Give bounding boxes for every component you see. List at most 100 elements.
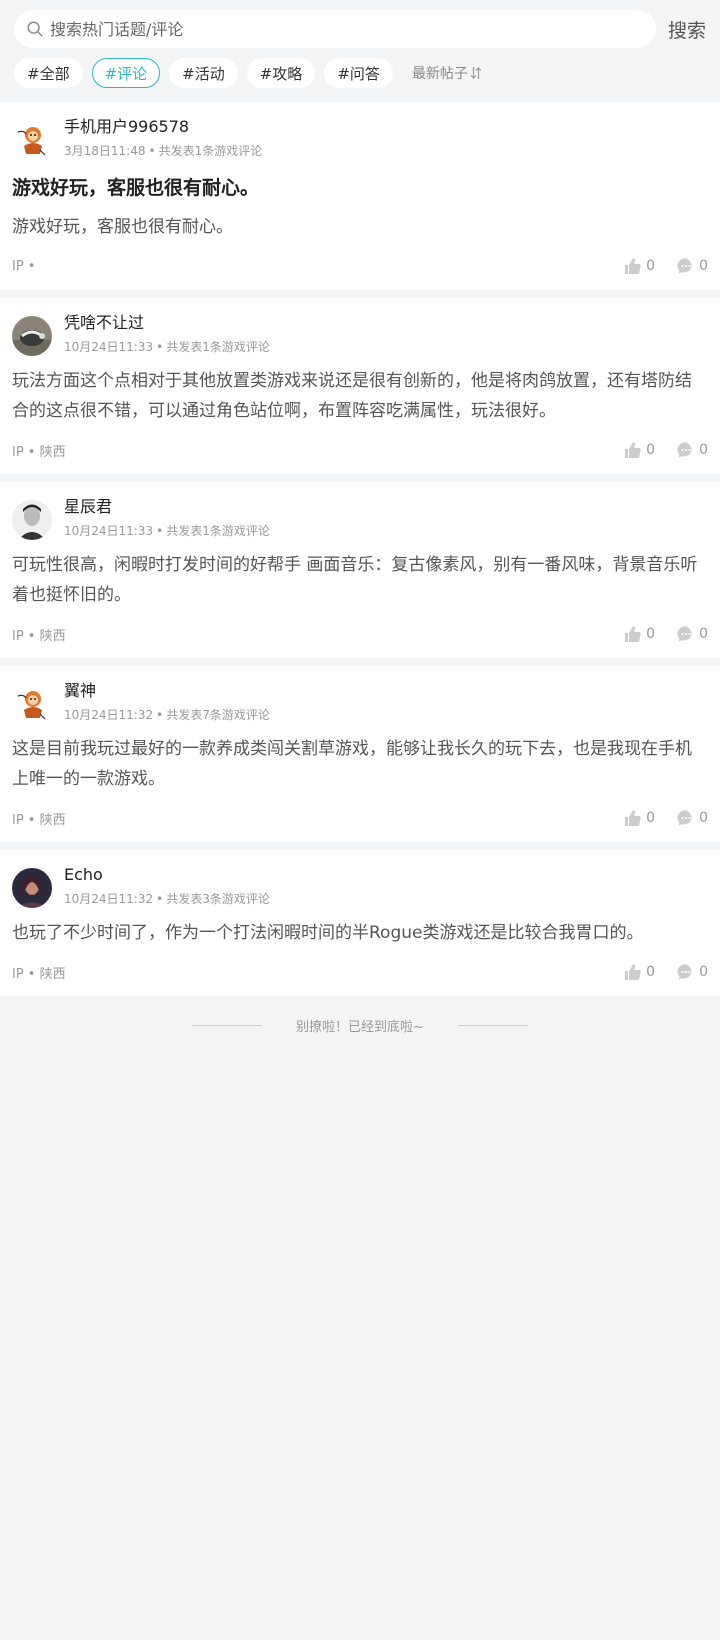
- thumbs-up-icon: [625, 810, 641, 826]
- comment-button[interactable]: 0: [677, 257, 708, 275]
- post-meta: 10月24日11:33 • 共发表1条游戏评论: [64, 524, 270, 538]
- search-button[interactable]: 搜索: [668, 16, 706, 43]
- username[interactable]: 手机用户996578: [64, 116, 262, 138]
- post-time: 3月18日11:48: [64, 144, 146, 158]
- comment-bubble-icon: [677, 442, 692, 458]
- post-footer: IP • 陕西 0 0: [12, 960, 708, 984]
- comment-bubble-icon: [677, 964, 692, 980]
- search-row: 搜索: [14, 10, 706, 48]
- portrait-avatar-icon: [12, 500, 52, 540]
- search-input[interactable]: [50, 19, 644, 39]
- sort-arrows-icon: [470, 67, 482, 79]
- end-of-list-indicator: 别撩啦！已经到底啦~: [0, 1004, 720, 1047]
- post-card[interactable]: 凭啥不让过 10月24日11:33 • 共发表1条游戏评论 玩法方面这个点相对于其他…: [0, 298, 720, 474]
- like-count: 0: [646, 964, 656, 980]
- comment-count: 0: [699, 810, 708, 826]
- post-header: Echo 10月24日11:32 • 共发表3条游戏评论: [12, 864, 708, 908]
- avatar[interactable]: [12, 120, 52, 160]
- post-card[interactable]: Echo 10月24日11:32 • 共发表3条游戏评论 也玩了不少时间了，作为一个…: [0, 850, 720, 996]
- post-meta: 10月24日11:33 • 共发表1条游戏评论: [64, 340, 270, 354]
- tag-reviews[interactable]: #评论: [91, 58, 161, 88]
- end-text: 别撩啦！已经到底啦~: [296, 1020, 424, 1035]
- post-header: 翼神 10月24日11:32 • 共发表7条游戏评论: [12, 680, 708, 724]
- avatar[interactable]: [12, 500, 52, 540]
- post-card[interactable]: 星辰君 10月24日11:33 • 共发表1条游戏评论 可玩性很高，闲暇时打发时间的…: [0, 482, 720, 658]
- post-header: 手机用户996578 3月18日11:48 • 共发表1条游戏评论: [12, 116, 708, 160]
- divider: [192, 1025, 263, 1026]
- like-button[interactable]: 0: [624, 963, 655, 981]
- sort-dropdown[interactable]: 最新帖子: [412, 63, 482, 83]
- post-card[interactable]: 翼神 10月24日11:32 • 共发表7条游戏评论 这是目前我玩过最好的一款养成类…: [0, 666, 720, 842]
- post-body: 玩法方面这个点相对于其他放置类游戏来说还是很有创新的，他是将肉鸽放置，还有塔防结…: [12, 371, 692, 421]
- post-card[interactable]: 手机用户996578 3月18日11:48 • 共发表1条游戏评论 游戏好玩，客服也…: [0, 102, 720, 290]
- post-time: 10月24日11:32: [64, 892, 154, 906]
- post-footer: IP • 陕西 0 0: [12, 806, 708, 830]
- comment-bubble-icon: [677, 626, 692, 642]
- search-box[interactable]: [14, 10, 656, 48]
- post-time: 10月24日11:33: [64, 524, 154, 538]
- comment-count: 0: [699, 964, 708, 980]
- comment-count: 0: [699, 626, 708, 642]
- ip-location: IP • 陕西: [12, 812, 66, 828]
- post-meta: 10月24日11:32 • 共发表3条游戏评论: [64, 892, 270, 906]
- search-icon: [27, 21, 43, 37]
- username[interactable]: 凭啥不让过: [64, 312, 270, 334]
- monkey-avatar-icon: [12, 684, 52, 724]
- post-meta: 10月24日11:32 • 共发表7条游戏评论: [64, 708, 270, 722]
- ip-location: IP • 陕西: [12, 966, 66, 982]
- avatar[interactable]: [12, 868, 52, 908]
- dark-portrait-avatar-icon: [12, 868, 52, 908]
- comment-button[interactable]: 0: [677, 625, 708, 643]
- comment-button[interactable]: 0: [677, 809, 708, 827]
- post-time: 10月24日11:32: [64, 708, 154, 722]
- post-header: 凭啥不让过 10月24日11:33 • 共发表1条游戏评论: [12, 312, 708, 356]
- comment-count: 0: [699, 442, 708, 458]
- ip-location: IP •: [12, 258, 36, 274]
- like-count: 0: [646, 258, 656, 274]
- like-button[interactable]: 0: [624, 441, 655, 459]
- username[interactable]: Echo: [64, 864, 270, 886]
- post-time: 10月24日11:33: [64, 340, 154, 354]
- like-button[interactable]: 0: [624, 625, 655, 643]
- thumbs-up-icon: [625, 964, 641, 980]
- post-meta: 3月18日11:48 • 共发表1条游戏评论: [64, 144, 263, 158]
- like-count: 0: [646, 442, 656, 458]
- post-body: 游戏好玩，客服也很有耐心。: [12, 217, 233, 237]
- avatar[interactable]: [12, 684, 52, 724]
- avatar[interactable]: [12, 316, 52, 356]
- like-count: 0: [646, 626, 656, 642]
- review-count: 共发表7条游戏评论: [166, 708, 270, 722]
- top-bar: 搜索 #全部 #评论 #活动 #攻略 #问答 最新帖子: [0, 0, 720, 102]
- thumbs-up-icon: [625, 442, 641, 458]
- post-footer: IP • 0 0: [12, 254, 708, 278]
- like-button[interactable]: 0: [624, 809, 655, 827]
- post-footer: IP • 陕西 0 0: [12, 438, 708, 462]
- post-body: 也玩了不少时间了，作为一个打法闲暇时间的半Rogue类游戏还是比较合我胃口的。: [12, 923, 644, 943]
- ip-location: IP • 陕西: [12, 628, 66, 644]
- comment-bubble-icon: [677, 258, 692, 274]
- post-header: 星辰君 10月24日11:33 • 共发表1条游戏评论: [12, 496, 708, 540]
- sort-label: 最新帖子: [411, 66, 468, 82]
- tag-guides[interactable]: #攻略: [246, 58, 316, 88]
- tag-qa[interactable]: #问答: [324, 58, 393, 88]
- like-button[interactable]: 0: [624, 257, 655, 275]
- post-body: 这是目前我玩过最好的一款养成类闯关割草游戏，能够让我长久的玩下去，也是我现在手机…: [12, 739, 692, 789]
- tag-all[interactable]: #全部: [14, 58, 83, 88]
- badger-avatar-icon: [12, 316, 52, 356]
- thumbs-up-icon: [625, 258, 641, 274]
- review-count: 共发表3条游戏评论: [166, 892, 270, 906]
- like-count: 0: [646, 810, 656, 826]
- username[interactable]: 翼神: [64, 680, 270, 702]
- comment-button[interactable]: 0: [677, 963, 708, 981]
- comment-button[interactable]: 0: [677, 441, 708, 459]
- review-count: 共发表1条游戏评论: [158, 144, 263, 158]
- tag-filter-row: #全部 #评论 #活动 #攻略 #问答 最新帖子: [14, 48, 706, 102]
- ip-location: IP • 陕西: [12, 444, 66, 460]
- username[interactable]: 星辰君: [64, 496, 270, 518]
- post-footer: IP • 陕西 0 0: [12, 622, 708, 646]
- tag-events[interactable]: #活动: [169, 58, 238, 88]
- thumbs-up-icon: [625, 626, 641, 642]
- monkey-avatar-icon: [12, 120, 52, 160]
- review-count: 共发表1条游戏评论: [166, 340, 270, 354]
- review-count: 共发表1条游戏评论: [166, 524, 270, 538]
